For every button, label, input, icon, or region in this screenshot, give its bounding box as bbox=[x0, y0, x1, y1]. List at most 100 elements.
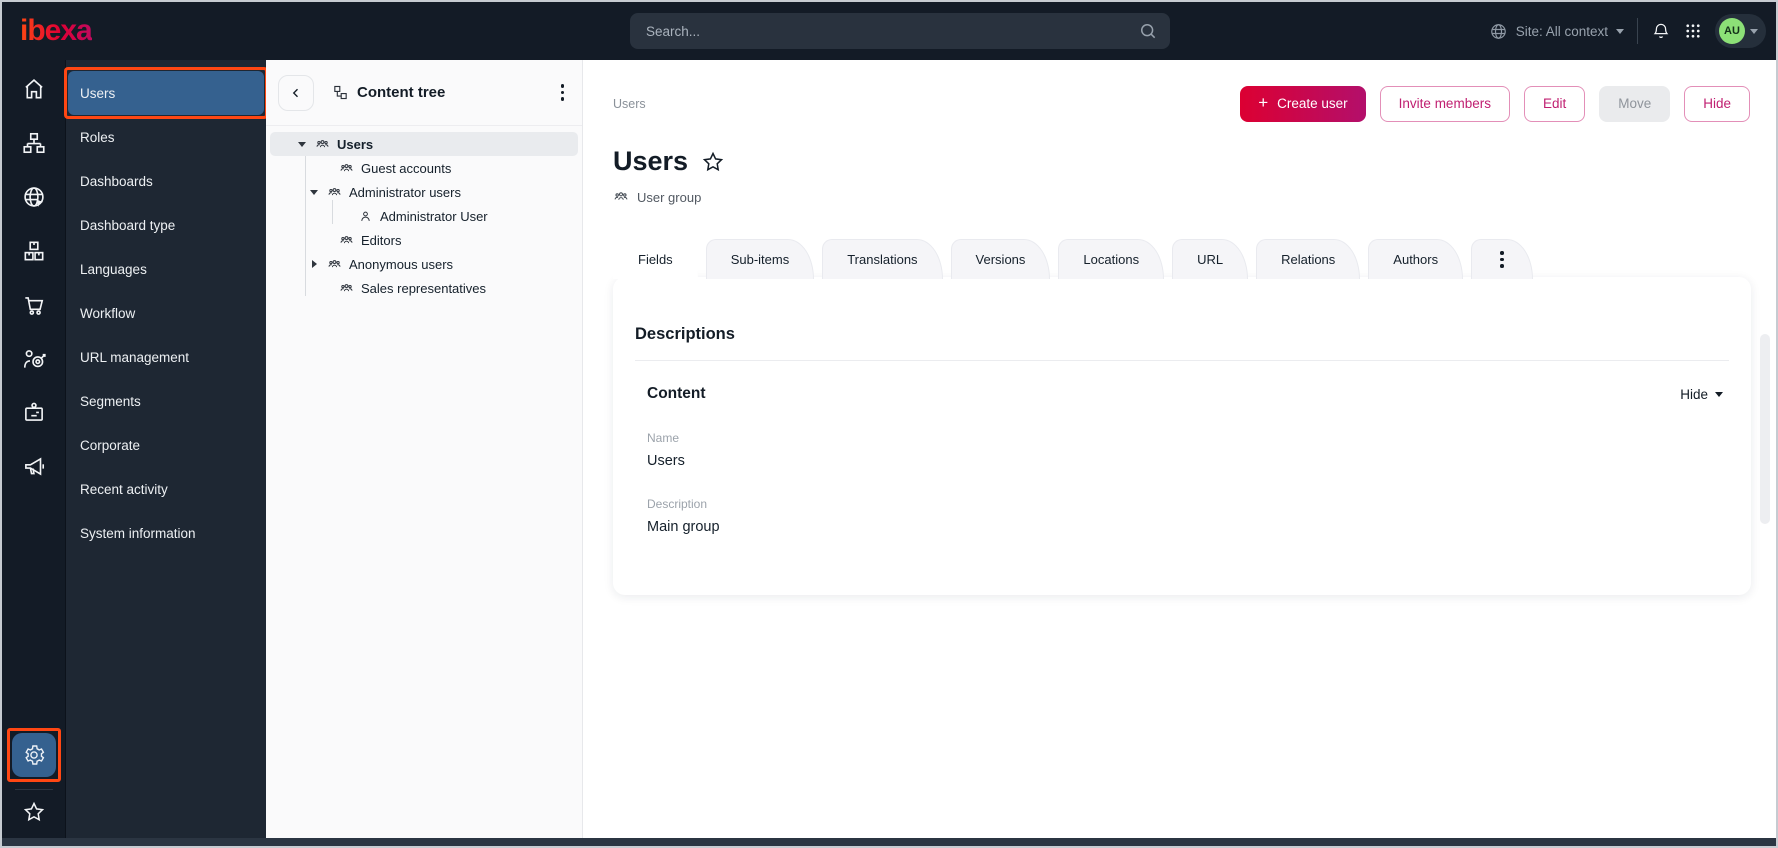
tree-item-administrator-users[interactable]: Administrator users bbox=[266, 180, 582, 204]
tree-item-editors[interactable]: Editors bbox=[266, 228, 582, 252]
site-context-label: Site: All context bbox=[1515, 23, 1608, 39]
tree-item-administrator-user[interactable]: Administrator User bbox=[266, 204, 582, 228]
tree-item-label: Users bbox=[337, 136, 374, 152]
sidebar-item-dashboards[interactable]: Dashboards bbox=[66, 159, 266, 203]
site-globe-icon[interactable] bbox=[20, 183, 48, 211]
tab-bar: Fields Sub-items Translations Versions L… bbox=[613, 239, 1750, 279]
tree-item-label: Administrator User bbox=[380, 208, 488, 224]
collapse-label: Hide bbox=[1680, 386, 1708, 402]
tree-item-label: Editors bbox=[361, 232, 402, 248]
sidebar-item-users[interactable]: Users bbox=[64, 67, 268, 119]
sidebar-item-corporate[interactable]: Corporate bbox=[66, 423, 266, 467]
sidebar-item-recent-activity[interactable]: Recent activity bbox=[66, 467, 266, 511]
scrollbar-thumb[interactable] bbox=[1760, 334, 1770, 524]
collapse-panel-button[interactable] bbox=[278, 74, 314, 111]
tab-relations[interactable]: Relations bbox=[1256, 239, 1361, 279]
caret-down-icon[interactable] bbox=[308, 189, 320, 195]
sidebar-item-label: Workflow bbox=[80, 305, 136, 321]
tab-fields[interactable]: Fields bbox=[613, 239, 698, 279]
tab-sub-items[interactable]: Sub-items bbox=[705, 239, 815, 279]
sidebar-item-label: Segments bbox=[80, 393, 141, 409]
bottom-strip bbox=[2, 838, 1776, 846]
sidebar-item-languages[interactable]: Languages bbox=[66, 247, 266, 291]
app-grid-icon[interactable] bbox=[1684, 22, 1702, 40]
content-type-label: User group bbox=[637, 189, 702, 205]
chevron-down-icon bbox=[1616, 28, 1624, 34]
avatar: AU bbox=[1719, 18, 1745, 44]
sidebar-item-label: Users bbox=[80, 85, 116, 101]
sidebar-item-segments[interactable]: Segments bbox=[66, 379, 266, 423]
action-buttons: + Create user Invite members Edit Move H… bbox=[1240, 85, 1750, 122]
chevron-down-icon bbox=[1715, 391, 1723, 397]
id-badge-icon[interactable] bbox=[20, 399, 48, 427]
content-tree-title: Content tree bbox=[357, 84, 446, 101]
hide-button[interactable]: Hide bbox=[1684, 85, 1750, 122]
tab-locations[interactable]: Locations bbox=[1058, 239, 1165, 279]
edit-button[interactable]: Edit bbox=[1523, 85, 1586, 122]
tab-translations[interactable]: Translations bbox=[822, 239, 943, 279]
sidebar-item-url-management[interactable]: URL management bbox=[66, 335, 266, 379]
tree-item-label: Guest accounts bbox=[361, 160, 452, 176]
user-group-icon bbox=[315, 137, 330, 152]
user-group-icon bbox=[339, 233, 354, 248]
global-search bbox=[630, 13, 1170, 49]
sidebar-item-label: Dashboards bbox=[80, 173, 153, 189]
breadcrumb[interactable]: Users bbox=[613, 97, 646, 111]
sidebar-item-system-information[interactable]: System information bbox=[66, 511, 266, 555]
field-name: Name Users bbox=[647, 431, 1729, 469]
sitemap-icon[interactable] bbox=[20, 129, 48, 157]
move-button: Move bbox=[1599, 85, 1671, 122]
tree-item-anonymous-users[interactable]: Anonymous users bbox=[266, 252, 582, 276]
search-input[interactable] bbox=[630, 13, 1170, 49]
tree-item-users[interactable]: Users bbox=[270, 132, 578, 156]
bookmarks-star-icon[interactable] bbox=[22, 800, 46, 824]
tab-versions[interactable]: Versions bbox=[950, 239, 1051, 279]
topbar: ibexa Site: All context bbox=[2, 2, 1776, 60]
home-icon[interactable] bbox=[20, 75, 48, 103]
sidebar-item-roles[interactable]: Roles bbox=[66, 115, 266, 159]
tab-url[interactable]: URL bbox=[1172, 239, 1249, 279]
ibexa-admin-window: ibexa Site: All context bbox=[0, 0, 1778, 848]
audience-target-icon[interactable] bbox=[20, 345, 48, 373]
field-value: Main group bbox=[647, 519, 720, 535]
content-type-row: User group bbox=[613, 189, 1750, 205]
section-title: Descriptions bbox=[635, 325, 735, 343]
sidebar-item-workflow[interactable]: Workflow bbox=[66, 291, 266, 335]
user-group-icon bbox=[339, 281, 354, 296]
content-tree-icon bbox=[332, 84, 349, 101]
invite-members-button[interactable]: Invite members bbox=[1379, 85, 1510, 122]
sidebar-item-label: System information bbox=[80, 525, 196, 541]
user-group-icon bbox=[327, 185, 342, 200]
tree-item-guest-accounts[interactable]: Guest accounts bbox=[266, 156, 582, 180]
sidebar-menu: Users Roles Dashboards Dashboard type La… bbox=[64, 60, 268, 838]
bookmark-star-icon[interactable] bbox=[701, 150, 725, 174]
create-user-label: Create user bbox=[1277, 96, 1348, 111]
main-content: Users + Create user Invite members Edit … bbox=[583, 60, 1776, 838]
field-label: Description bbox=[647, 497, 708, 511]
search-icon[interactable] bbox=[1138, 21, 1158, 41]
commerce-cart-icon[interactable] bbox=[20, 291, 48, 319]
tab-more-kebab-icon[interactable] bbox=[1471, 239, 1533, 279]
megaphone-icon[interactable] bbox=[20, 453, 48, 481]
tree-item-sales-representatives[interactable]: Sales representatives bbox=[266, 276, 582, 300]
ibexa-logo[interactable]: ibexa bbox=[20, 14, 93, 48]
sidebar-item-dashboard-type[interactable]: Dashboard type bbox=[66, 203, 266, 247]
sidebar-item-label: Dashboard type bbox=[80, 217, 176, 233]
notifications-bell-icon[interactable] bbox=[1651, 21, 1671, 41]
settings-gear-button[interactable] bbox=[6, 728, 61, 782]
create-user-button[interactable]: + Create user bbox=[1240, 85, 1366, 122]
globe-icon bbox=[1489, 22, 1508, 41]
caret-down-icon[interactable] bbox=[296, 141, 308, 147]
caret-right-icon[interactable] bbox=[308, 260, 320, 268]
user-menu[interactable]: AU bbox=[1715, 14, 1766, 48]
collapse-group-toggle[interactable]: Hide bbox=[1680, 387, 1723, 402]
tab-authors[interactable]: Authors bbox=[1368, 239, 1464, 279]
packages-icon[interactable] bbox=[20, 237, 48, 265]
site-context-selector[interactable]: Site: All context bbox=[1489, 22, 1624, 41]
tree-options-kebab-icon[interactable] bbox=[560, 84, 564, 101]
tree-item-label: Sales representatives bbox=[361, 280, 487, 296]
divider bbox=[635, 360, 1729, 361]
sidebar-item-label: Roles bbox=[80, 129, 115, 145]
sidebar-item-label: Recent activity bbox=[80, 481, 168, 497]
field-value: Users bbox=[647, 453, 685, 469]
